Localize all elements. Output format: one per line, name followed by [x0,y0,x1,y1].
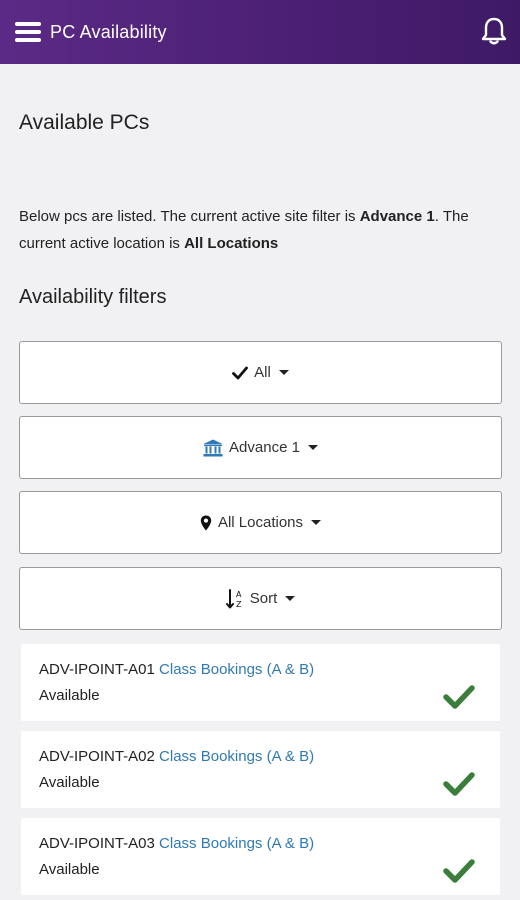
available-check-icon [443,772,475,796]
filters-title: Availability filters [19,286,167,308]
pc-card: ADV-IPOINT-A03 Class Bookings (A & B) Av… [21,818,500,895]
pc-name: ADV-IPOINT-A02 [39,748,155,765]
pc-status: Available [39,861,100,878]
desc-prefix: Below pcs are listed. The current active… [19,208,360,225]
bank-icon [203,439,223,457]
pc-title: ADV-IPOINT-A01 Class Bookings (A & B) [39,661,314,678]
bell-icon[interactable] [480,16,508,46]
available-check-icon [443,685,475,709]
pc-name: ADV-IPOINT-A03 [39,835,155,852]
site-filter-label: Advance 1 [229,439,300,456]
svg-text:A: A [236,590,242,599]
pc-title: ADV-IPOINT-A02 Class Bookings (A & B) [39,748,314,765]
check-icon [232,366,249,380]
active-site: Advance 1 [359,208,435,225]
location-filter-button[interactable]: All Locations [19,491,502,554]
app-title: PC Availability [50,21,167,42]
pc-card: ADV-IPOINT-A01 Class Bookings (A & B) Av… [21,644,500,721]
pc-status: Available [39,774,100,791]
site-filter-button[interactable]: Advance 1 [19,416,502,479]
hamburger-menu-icon [15,22,41,42]
chevron-down-icon [307,445,318,450]
availability-filter-button[interactable]: All [19,341,502,404]
available-check-icon [443,859,475,883]
menu-button[interactable] [0,0,50,64]
chevron-down-icon [311,520,322,525]
sort-button[interactable]: A Z Sort [19,567,502,630]
sort-label: Sort [249,590,278,607]
location-filter-label: All Locations [217,514,304,531]
map-marker-icon [200,515,212,531]
pc-group-link[interactable]: Class Bookings (A & B) [159,835,314,852]
sort-alpha-icon: A Z [225,588,244,609]
pc-name: ADV-IPOINT-A01 [39,661,155,678]
filter-description: Below pcs are listed. The current active… [19,203,499,257]
pc-card: ADV-IPOINT-A02 Class Bookings (A & B) Av… [21,731,500,808]
main-content: Available PCs Below pcs are listed. The … [0,64,520,900]
pc-status: Available [39,687,100,704]
pc-title: ADV-IPOINT-A03 Class Bookings (A & B) [39,835,314,852]
active-location: All Locations [184,235,279,252]
svg-text:Z: Z [236,600,242,609]
chevron-down-icon [285,596,296,601]
pc-group-link[interactable]: Class Bookings (A & B) [159,748,314,765]
availability-filter-label: All [254,364,271,381]
pc-group-link[interactable]: Class Bookings (A & B) [159,661,314,678]
app-bar: PC Availability [0,0,520,64]
chevron-down-icon [278,370,289,375]
page-title: Available PCs [19,111,150,134]
